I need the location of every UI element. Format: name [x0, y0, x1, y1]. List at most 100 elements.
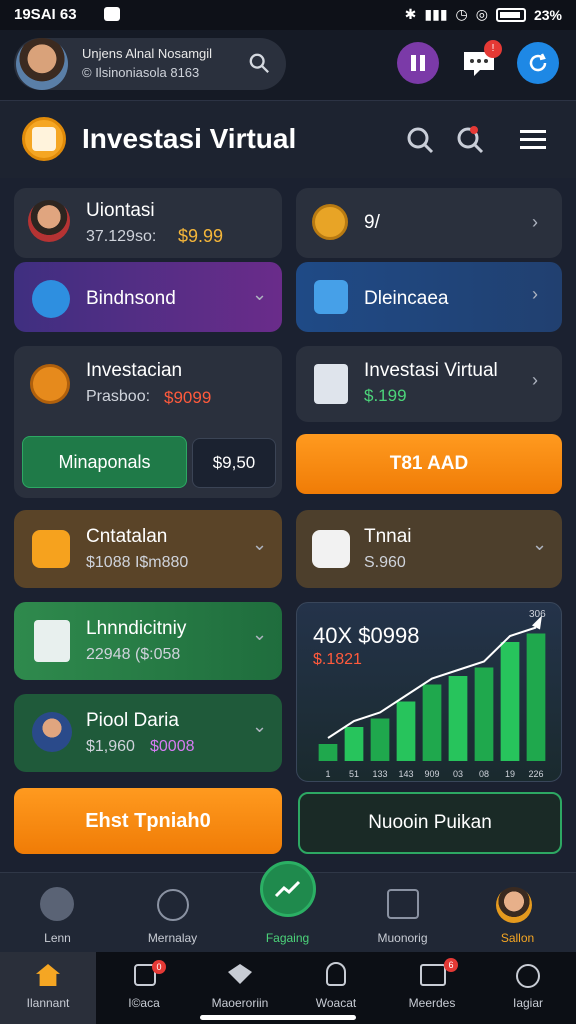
tab-label: Muonorig [377, 931, 428, 945]
chart-bar [474, 667, 494, 761]
investment-card-3[interactable]: Bindnsond ⌄ [14, 262, 282, 332]
tab-label: Ilannant [26, 996, 70, 1010]
tab-label: Iagiar [512, 996, 544, 1010]
alarm-icon: ◷ [455, 6, 468, 22]
chart-bar [396, 701, 416, 761]
tab-mernalay[interactable]: Mernalay [115, 873, 230, 953]
app-logo [22, 117, 66, 161]
search-icon[interactable] [405, 125, 435, 155]
battery-icon [495, 7, 526, 22]
profile-name: Unjens Alnal Nosamgil [82, 46, 213, 61]
orange-action-button[interactable]: T81 AAD [296, 434, 562, 494]
user-icon [326, 962, 346, 986]
investment-card-4[interactable]: Dleincaea › [296, 262, 562, 332]
profile-pill[interactable]: Unjens Alnal Nosamgil © Ilsinoniasola 81… [14, 38, 286, 90]
minaponals-button[interactable]: Minaponals [22, 436, 187, 488]
refresh-icon [529, 53, 547, 72]
user-avatar[interactable] [16, 38, 68, 90]
card-value: $.199 [364, 386, 407, 405]
badge: 6 [444, 958, 458, 972]
x-tick-label: 03 [453, 769, 463, 779]
message-icon [420, 964, 446, 986]
investment-card-1[interactable]: Uiontasi 37.129so: $9.99 [14, 188, 282, 258]
search-alert-icon[interactable] [455, 125, 485, 155]
explore-icon [228, 964, 252, 984]
chevron-down-icon: ⌄ [532, 534, 548, 554]
investment-card-7[interactable]: Cntatalan $1088 I$m880 ⌄ [14, 510, 282, 588]
pause-button[interactable] [397, 42, 439, 84]
tab-sallon[interactable]: Sallon [460, 873, 575, 953]
growth-chart-card: 40X $0998 $.1821 306 1 51 133 143 909 03 08 19 2… [296, 602, 562, 782]
tab-muonorig[interactable]: Muonorig [345, 873, 460, 953]
card-value: $0008 [150, 738, 195, 755]
tab-label: I©aca [128, 996, 160, 1010]
x-tick-label: 143 [398, 769, 413, 779]
card-title: Cntatalan [86, 526, 168, 547]
clock-icon [516, 964, 540, 988]
document-chart-icon [314, 364, 348, 404]
search-icon[interactable] [248, 52, 270, 74]
tab-settings[interactable]: Iagiar [480, 952, 576, 1024]
chart-icon [387, 889, 419, 919]
card-title: Piool Daria [86, 710, 179, 731]
tab-inbox[interactable]: 0 I©aca [96, 952, 192, 1024]
ghost-icon [40, 887, 74, 921]
investment-card-10[interactable]: Piool Daria $1,960 $0008 ⌄ [14, 694, 282, 772]
card-sub: S.960 [364, 554, 406, 571]
x-tick-label: 08 [479, 769, 489, 779]
investment-card-6[interactable]: Investasi Virtual $.199 › [296, 346, 562, 422]
user-card-icon [314, 280, 348, 314]
card-title: Investasi Virtual [364, 360, 498, 381]
card-value: $9099 [164, 388, 212, 407]
notification-icon [104, 7, 120, 21]
card-title: Uiontasi [86, 200, 155, 221]
orange-submit-button[interactable]: Ehst Tpniah0 [14, 788, 282, 854]
tab-fagaing[interactable]: Fagaing [230, 861, 345, 953]
status-bar: 19SAI 63 ✱ ▮▮▮ ◷ ◎ 23% [0, 0, 576, 30]
card-sub: Prasboo: [86, 388, 151, 405]
tab-label: Meerdes [408, 996, 456, 1010]
wallet-icon [32, 530, 70, 568]
trending-icon [260, 861, 316, 917]
globe-icon [32, 280, 70, 318]
tab-home[interactable]: Ilannant [0, 952, 96, 1024]
card-value: $9.99 [178, 226, 224, 246]
menu-icon[interactable] [518, 125, 548, 155]
tab-label: Mernalay [147, 931, 198, 945]
card-title: Investacian [86, 360, 183, 381]
signal-icon: ▮▮▮ [424, 6, 448, 22]
card-sub: $1088 I$m880 [86, 554, 189, 571]
bluetooth-icon: ✱ [404, 6, 417, 22]
x-tick-label: 226 [528, 769, 543, 779]
x-tick-label: 133 [372, 769, 387, 779]
chart-bar [500, 642, 520, 761]
home-indicator [200, 1015, 356, 1020]
tab-label: Fagaing [265, 931, 310, 945]
chevron-right-icon: › [532, 284, 538, 304]
chart-bar [318, 744, 338, 761]
card-title: Dleincaea [364, 288, 449, 309]
refresh-button[interactable] [517, 42, 559, 84]
chevron-down-icon: ⌄ [252, 284, 268, 304]
tab-account[interactable]: Woacat [288, 952, 384, 1024]
main-tab-bar: Lenn Mernalay Fagaing Muonorig Sallon [0, 861, 576, 953]
investment-card-8[interactable]: Tnnai S.960 ⌄ [296, 510, 562, 588]
card-sub: 22948 ($:058 [86, 646, 181, 663]
x-tick-label: 1 [325, 769, 330, 779]
tab-explore[interactable]: Maoeroriin [192, 952, 288, 1024]
x-tick-label: 51 [349, 769, 359, 779]
tab-lenn[interactable]: Lenn [0, 873, 115, 953]
chevron-right-icon: › [532, 370, 538, 390]
status-time: 19SAI 63 [14, 6, 77, 23]
tab-label: Sallon [500, 931, 535, 945]
card-sub: 37.129so: [86, 228, 157, 245]
investment-card-9[interactable]: Lhnndicitniy 22948 ($:058 ⌄ [14, 602, 282, 680]
globe-icon [157, 889, 189, 921]
tab-messages[interactable]: 6 Meerdes [384, 952, 480, 1024]
investment-card-2[interactable]: 9/ › [296, 188, 562, 258]
top-bar: Unjens Alnal Nosamgil © Ilsinoniasola 81… [0, 30, 576, 100]
amount-field[interactable]: $9,50 [192, 438, 276, 488]
chevron-down-icon: ⌄ [252, 624, 268, 644]
page-title: Investasi Virtual [82, 123, 297, 154]
outline-action-button[interactable]: Nuooin Puikan [298, 792, 562, 854]
